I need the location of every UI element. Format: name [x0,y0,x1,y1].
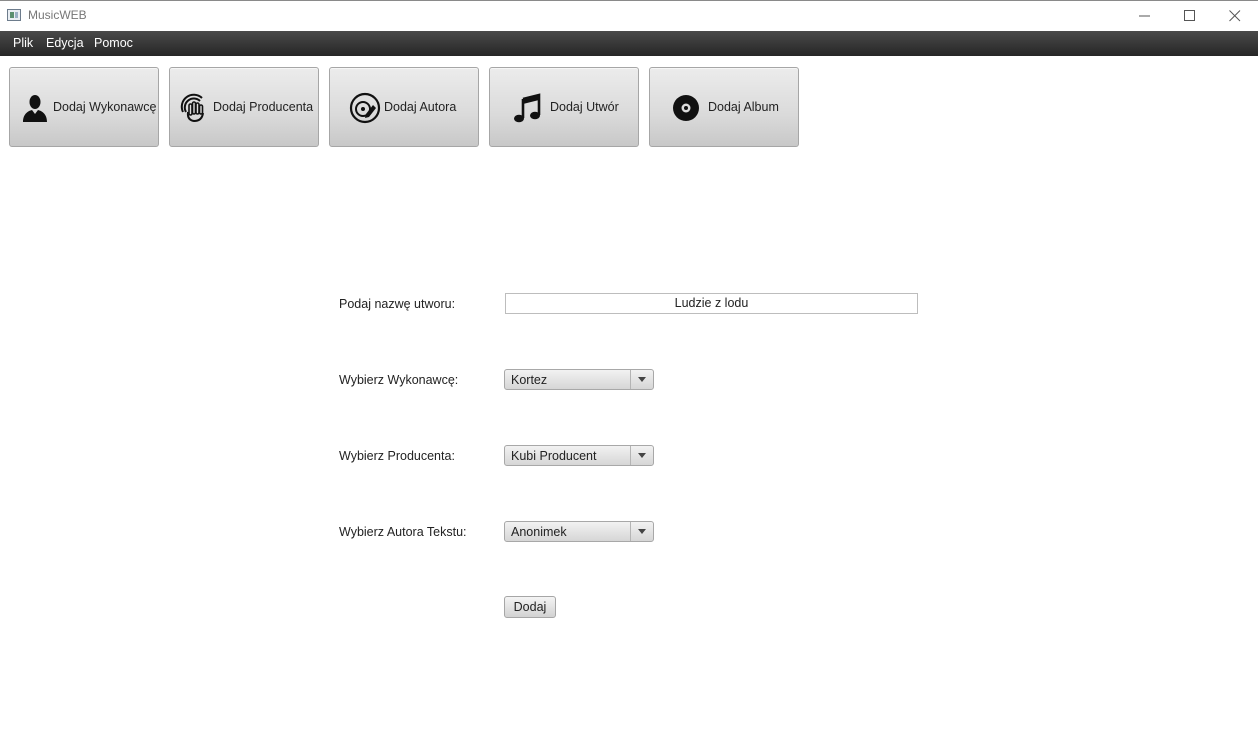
producer-select[interactable]: Kubi Producent [504,445,654,466]
add-album-button[interactable]: Dodaj Album [649,67,799,147]
app-icon [7,9,21,21]
lyric-author-select[interactable]: Anonimek [504,521,654,542]
lyric-author-select-value: Anonimek [511,525,567,539]
add-album-label: Dodaj Album [708,100,779,114]
producer-label: Wybierz Producenta: [339,449,455,463]
maximize-icon [1184,10,1195,21]
chevron-down-icon [638,453,646,458]
person-icon [23,95,47,122]
add-track-button[interactable]: Dodaj Utwór [489,67,639,147]
add-artist-button[interactable]: Dodaj Wykonawcę [9,67,159,147]
track-name-input[interactable]: Ludzie z lodu [505,293,918,314]
menu-item-plik[interactable]: Plik [13,36,33,50]
maximize-button[interactable] [1167,1,1213,31]
artist-label: Wybierz Wykonawcę: [339,373,459,387]
artist-select[interactable]: Kortez [504,369,654,390]
window-title: MusicWEB [28,8,87,22]
chevron-down-icon [638,377,646,382]
menu-bar: Plik Edycja Pomoc [0,31,1258,56]
add-producer-label: Dodaj Producenta [213,100,314,114]
add-producer-button[interactable]: Dodaj Producenta [169,67,319,147]
add-artist-label: Dodaj Wykonawcę [53,100,157,114]
minimize-button[interactable] [1122,1,1168,31]
title-bar: MusicWEB [0,1,1258,31]
vinyl-disc-icon [673,95,699,121]
lyric-author-select-toggle[interactable] [630,522,653,541]
menu-item-edycja[interactable]: Edycja [46,36,84,50]
lyric-author-label: Wybierz Autora Tekstu: [339,525,467,539]
artist-select-toggle[interactable] [630,370,653,389]
artist-select-value: Kortez [511,373,548,387]
producer-select-toggle[interactable] [630,446,653,465]
submit-add-button[interactable]: Dodaj [504,596,556,618]
minimize-icon [1139,15,1150,17]
chevron-down-icon [638,529,646,534]
add-track-label: Dodaj Utwór [550,100,619,114]
add-author-label: Dodaj Autora [384,100,457,114]
track-name-label: Podaj nazwę utworu: [339,297,456,311]
menu-item-pomoc[interactable]: Pomoc [94,36,133,50]
app-window: MusicWEB Plik Edycja Pomoc Dodaj Wykonaw… [0,0,1258,751]
close-icon [1229,10,1241,22]
producer-hand-icon [180,93,204,123]
producer-select-value: Kubi Producent [511,449,597,463]
author-pen-disc-icon [349,92,381,124]
add-author-button[interactable]: Dodaj Autora [329,67,479,147]
close-button[interactable] [1212,1,1258,31]
music-note-icon [514,93,541,123]
